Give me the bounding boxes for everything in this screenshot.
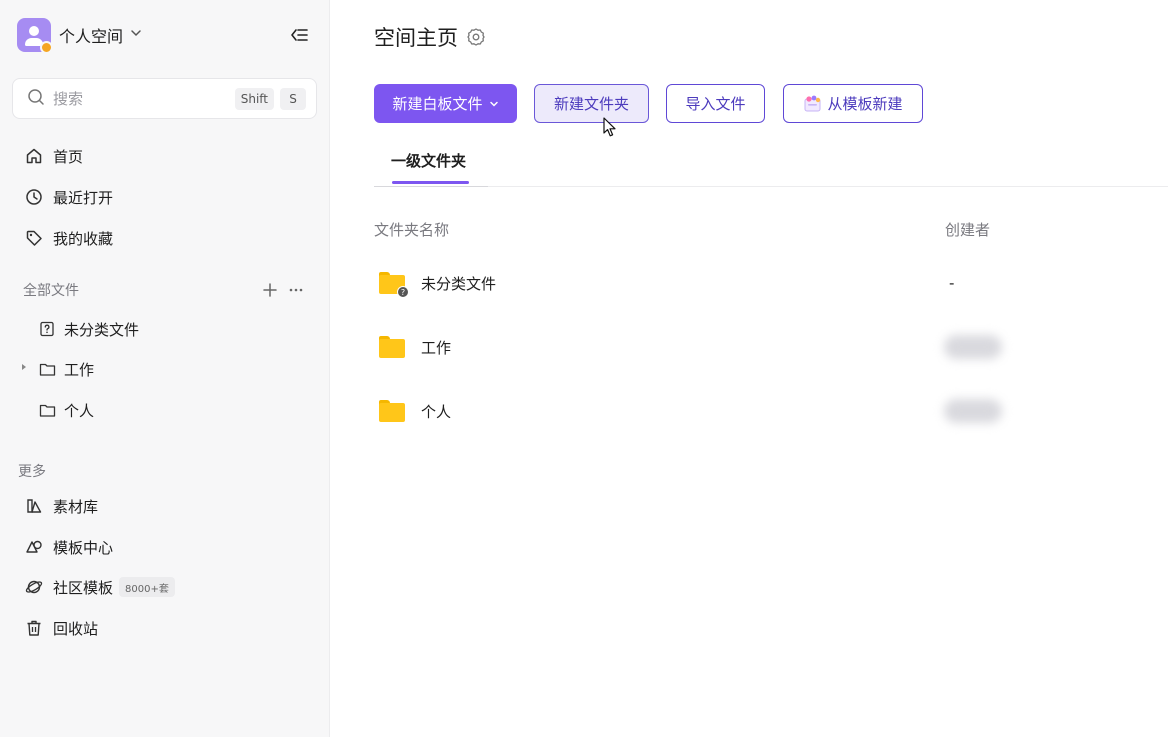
folder-row[interactable]: 个人	[374, 389, 1168, 433]
mouse-cursor-icon	[603, 117, 617, 142]
folder-creator: -	[949, 274, 955, 292]
trash-icon	[24, 618, 44, 638]
unknown-file-icon	[38, 320, 56, 338]
from-template-button[interactable]: 从模板新建	[783, 84, 923, 123]
tree-item-uncategorized[interactable]: 未分类文件	[38, 315, 139, 343]
page-title-text: 空间主页	[374, 26, 458, 50]
shortcut-key-s: S	[280, 87, 306, 110]
folder-icon	[379, 336, 405, 358]
tab-bar: 一级文件夹	[374, 142, 1168, 187]
search-box[interactable]: 搜索 Shift S	[12, 78, 317, 119]
column-header-name: 文件夹名称	[374, 221, 450, 239]
clock-icon	[24, 187, 44, 207]
nav-item-label: 社区模板	[53, 578, 114, 597]
chevron-down-icon	[489, 99, 499, 109]
chevron-down-icon	[129, 26, 143, 44]
home-icon	[24, 146, 44, 166]
new-board-button[interactable]: 新建白板文件	[374, 84, 517, 123]
gear-icon[interactable]	[466, 27, 486, 47]
search-icon	[27, 88, 45, 110]
blurred-creator	[944, 335, 1002, 359]
nav-item-home[interactable]: 首页	[24, 141, 83, 171]
folder-row[interactable]: 工作	[374, 325, 1168, 369]
nav-item-label: 模板中心	[53, 538, 114, 557]
folder-icon: ?	[379, 272, 409, 298]
files-section-title: 全部文件	[23, 283, 79, 299]
folder-icon	[38, 360, 56, 378]
import-file-button[interactable]: 导入文件	[666, 84, 765, 123]
nav-item-label: 最近打开	[53, 188, 114, 207]
tab-top-level-folders[interactable]: 一级文件夹	[391, 150, 466, 171]
folder-name: 未分类文件	[421, 274, 497, 293]
nav-item-material-library[interactable]: 素材库	[24, 491, 98, 521]
workspace-name: 个人空间	[59, 27, 124, 46]
template-count-badge: 8000+套	[119, 577, 175, 597]
folder-row[interactable]: ? 未分类文件 -	[374, 261, 1168, 305]
page-title: 空间主页	[374, 22, 486, 52]
blurred-creator	[944, 399, 1002, 423]
tree-item-personal[interactable]: 个人	[38, 396, 94, 424]
more-options-icon[interactable]	[288, 282, 304, 302]
new-folder-button[interactable]: 新建文件夹	[534, 84, 649, 123]
nav-item-label: 首页	[53, 147, 84, 166]
expand-caret-icon[interactable]	[22, 364, 26, 370]
tag-icon	[24, 228, 44, 248]
folder-icon	[379, 400, 405, 422]
folder-icon	[38, 401, 56, 419]
new-board-label: 新建白板文件	[392, 95, 483, 113]
column-header-creator: 创建者	[945, 221, 991, 239]
from-template-label: 从模板新建	[827, 95, 903, 113]
planet-icon	[24, 577, 44, 597]
nav-item-label: 回收站	[53, 619, 99, 638]
shortcut-key-shift: Shift	[234, 87, 274, 110]
nav-item-template-center[interactable]: 模板中心	[24, 532, 113, 562]
add-icon[interactable]	[262, 282, 278, 302]
import-file-label: 导入文件	[685, 95, 746, 113]
folder-name: 个人	[421, 402, 452, 421]
workspace-avatar	[17, 18, 53, 54]
template-center-icon	[24, 537, 44, 557]
workspace-switcher[interactable]: 个人空间	[17, 18, 143, 54]
collapse-sidebar-icon[interactable]	[288, 24, 310, 46]
template-icon	[803, 95, 823, 113]
material-library-icon	[24, 496, 44, 516]
new-folder-label: 新建文件夹	[553, 95, 629, 113]
tree-item-label: 工作	[64, 360, 95, 379]
more-section-title: 更多	[18, 464, 46, 480]
nav-item-recent[interactable]: 最近打开	[24, 182, 113, 212]
nav-item-trash[interactable]: 回收站	[24, 613, 98, 643]
nav-item-favorites[interactable]: 我的收藏	[24, 223, 113, 253]
active-tab-indicator	[392, 181, 469, 184]
main-content: 空间主页 新建白板文件 新建文件夹 导入文件 从模板新建 一级文件夹 文件夹名称…	[331, 0, 1168, 737]
tree-item-label: 未分类文件	[64, 320, 140, 339]
sidebar: 个人空间 搜索 Shift S 首页 最近打开 我的收藏 全部文件 未分类文件 …	[0, 0, 330, 737]
tree-item-work[interactable]: 工作	[38, 355, 94, 383]
nav-item-label: 素材库	[53, 497, 99, 516]
nav-item-community-templates[interactable]: 社区模板 8000+套	[24, 572, 175, 602]
tree-item-label: 个人	[64, 401, 95, 420]
nav-item-label: 我的收藏	[53, 229, 114, 248]
search-placeholder: 搜索	[53, 90, 84, 108]
folder-name: 工作	[421, 338, 452, 357]
